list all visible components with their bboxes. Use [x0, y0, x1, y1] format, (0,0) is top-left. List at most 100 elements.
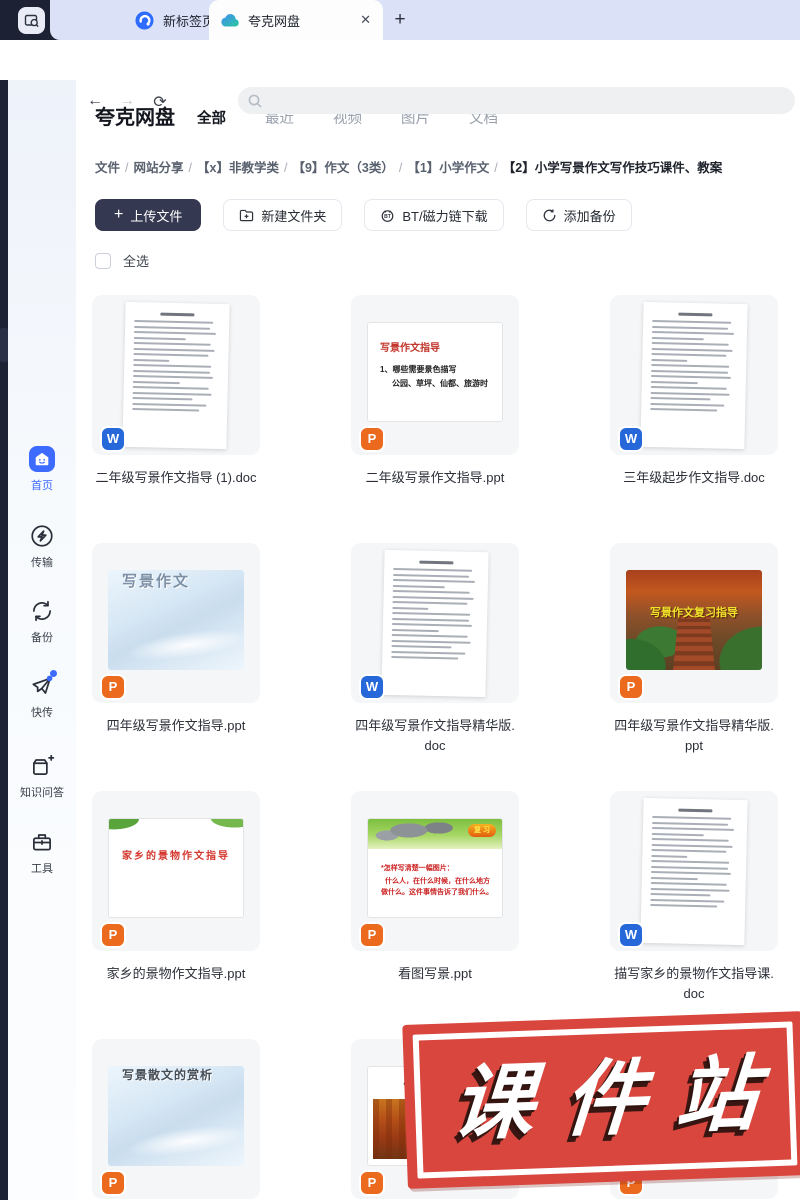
tab-quark-netdisk[interactable]: 夸克网盘 ✕: [209, 0, 383, 40]
file-type-badge: P: [102, 924, 124, 946]
breadcrumb-segment[interactable]: 【9】作文（3类）: [292, 161, 393, 175]
file-card[interactable]: 写景作文复习指导 P 四年级写景作文指导精华版.ppt: [610, 543, 778, 791]
tab-overview-button[interactable]: [18, 7, 45, 34]
file-type-badge: W: [620, 428, 642, 450]
search-icon: [248, 94, 262, 108]
send-icon: [29, 672, 56, 699]
breadcrumb-separator: /: [184, 161, 197, 175]
plus-icon: +: [114, 207, 123, 223]
doc-page-thumbnail: [640, 798, 747, 945]
file-type-badge: P: [102, 676, 124, 698]
button-label: 新建文件夹: [261, 206, 326, 225]
sidebar-item-备份[interactable]: 备份: [8, 597, 76, 645]
sidebar-item-首页[interactable]: 首页: [8, 445, 76, 493]
tab-label: 新标签页: [163, 11, 215, 30]
sidebar-item-工具[interactable]: 工具: [8, 828, 76, 876]
window-search-icon: [24, 13, 40, 29]
breadcrumb-separator: /: [489, 161, 502, 175]
svg-text:BT: BT: [385, 214, 393, 220]
breadcrumb-separator: /: [120, 161, 133, 175]
file-type-badge: P: [620, 676, 642, 698]
sidebar-item-label: 传输: [31, 554, 53, 570]
ppt-slide-thumbnail: 写景作文: [108, 570, 244, 670]
file-type-badge: P: [361, 1172, 383, 1194]
file-name: 二年级写景作文指导.ppt: [351, 468, 519, 488]
file-type-badge: W: [102, 428, 124, 450]
doc-page-thumbnail: [640, 302, 747, 449]
file-card[interactable]: 写景作文 P 四年级写景作文指导.ppt: [92, 543, 260, 791]
quark-logo-icon: [135, 11, 154, 30]
search-input[interactable]: [268, 94, 785, 108]
tab-label: 夸克网盘: [248, 11, 300, 30]
breadcrumb-separator: /: [394, 161, 407, 175]
folder-plus-icon: [239, 208, 254, 222]
tab-new-page[interactable]: 新标签页: [135, 0, 215, 40]
browser-tab-bar: 新标签页 夸克网盘 ✕ +: [0, 0, 800, 40]
sidebar-item-知识问答[interactable]: 知识问答: [8, 752, 76, 800]
new-folder-button[interactable]: 新建文件夹: [223, 199, 342, 231]
select-all-checkbox[interactable]: [95, 253, 111, 269]
sidebar-item-快传[interactable]: 快传: [8, 672, 76, 720]
file-name: 看图写景.ppt: [351, 964, 519, 984]
file-name: 家乡的景物作文指导.ppt: [92, 964, 260, 984]
sidebar-item-label: 知识问答: [20, 784, 64, 800]
stamp-text: 课件站: [419, 1052, 791, 1147]
button-label: BT/磁力链下载: [402, 206, 487, 225]
view-tab-全部[interactable]: 全部: [197, 107, 226, 128]
transfer-icon: [29, 522, 56, 549]
home-smile-icon: [29, 445, 56, 472]
add-backup-button[interactable]: 添加备份: [526, 199, 632, 231]
ppt-slide-thumbnail: 写景散文的赏析: [108, 1066, 244, 1166]
breadcrumb-segment[interactable]: 【1】小学作文: [407, 161, 489, 175]
breadcrumb-separator: /: [279, 161, 292, 175]
file-name: 二年级写景作文指导 (1).doc: [92, 468, 260, 488]
file-card[interactable]: 家乡的景物作文指导 P 家乡的景物作文指导.ppt: [92, 791, 260, 1039]
forward-button: →: [117, 92, 137, 110]
file-type-badge: W: [361, 676, 383, 698]
ppt-slide-thumbnail: 写景作文复习指导: [626, 570, 762, 670]
sidebar-item-传输[interactable]: 传输: [8, 522, 76, 570]
file-card[interactable]: W 三年级起步作文指导.doc: [610, 295, 778, 543]
file-card[interactable]: W四年级写景作文指导精华版.doc: [351, 543, 519, 791]
breadcrumb-segment[interactable]: 【x】非教学类: [197, 161, 279, 175]
stamp-frame: 课件站: [413, 1021, 798, 1178]
ppt-slide-thumbnail: 家乡的景物作文指导: [108, 818, 244, 918]
bt-download-icon: BT: [380, 208, 395, 223]
sync-icon: [29, 597, 56, 624]
breadcrumb-segment[interactable]: 网站分享: [134, 161, 184, 175]
file-name: 三年级起步作文指导.doc: [610, 468, 778, 488]
button-label: 添加备份: [564, 206, 616, 225]
back-button[interactable]: ←: [85, 92, 105, 110]
breadcrumb: 文件/网站分享/【x】非教学类/【9】作文（3类）/【1】小学作文/【2】小学写…: [95, 157, 800, 176]
upload-file-button[interactable]: + 上传文件: [95, 199, 201, 231]
cloud-drive-icon: [221, 13, 240, 28]
doc-page-thumbnail: [381, 550, 488, 697]
bt-magnet-download-button[interactable]: BT BT/磁力链下载: [364, 199, 503, 231]
refresh-button[interactable]: ⟳: [150, 92, 170, 112]
doc-page-thumbnail: [122, 302, 229, 449]
select-all-row: 全选: [95, 251, 149, 270]
file-card[interactable]: 写景散文的赏析 P: [92, 1039, 260, 1200]
address-search-bar[interactable]: [238, 87, 795, 114]
file-name: 描写家乡的景物作文指导课.doc: [610, 964, 778, 1004]
sidebar-item-label: 工具: [31, 860, 53, 876]
tab-close-icon[interactable]: ✕: [360, 12, 371, 28]
breadcrumb-segment[interactable]: 文件: [95, 161, 120, 175]
file-card[interactable]: W描写家乡的景物作文指导课.doc: [610, 791, 778, 1039]
file-type-badge: P: [102, 1172, 124, 1194]
file-card[interactable]: 写景作文指导1、哪些需要景色描写公园、草坪、仙都、旅游时P二年级写景作文指导.p…: [351, 295, 519, 543]
notification-dot: [50, 670, 57, 677]
file-name: 四年级写景作文指导精华版.ppt: [610, 716, 778, 756]
toolbox-icon: [29, 828, 56, 855]
file-card[interactable]: 复 习*怎样写清楚一幅图片：什么人，在什么时候，在什么地方做什么。这件事情告诉了…: [351, 791, 519, 1039]
quark-netdisk-window: 新标签页 夸克网盘 ✕ + ← → ⟳ 首页传输备份快传知识问答工具 夸克网盘 …: [0, 0, 800, 1200]
sidebar-item-label: 备份: [31, 629, 53, 645]
new-tab-button[interactable]: +: [388, 8, 412, 32]
file-card[interactable]: W 二年级写景作文指导 (1).doc: [92, 295, 260, 543]
file-name: 四年级写景作文指导.ppt: [92, 716, 260, 736]
breadcrumb-segment[interactable]: 【2】小学写景作文写作技巧课件、教案: [503, 161, 722, 175]
edge-handle[interactable]: [0, 328, 8, 362]
watermark-stamp: 课件站: [402, 1011, 800, 1189]
button-label: 上传文件: [130, 206, 182, 225]
file-type-badge: P: [361, 924, 383, 946]
